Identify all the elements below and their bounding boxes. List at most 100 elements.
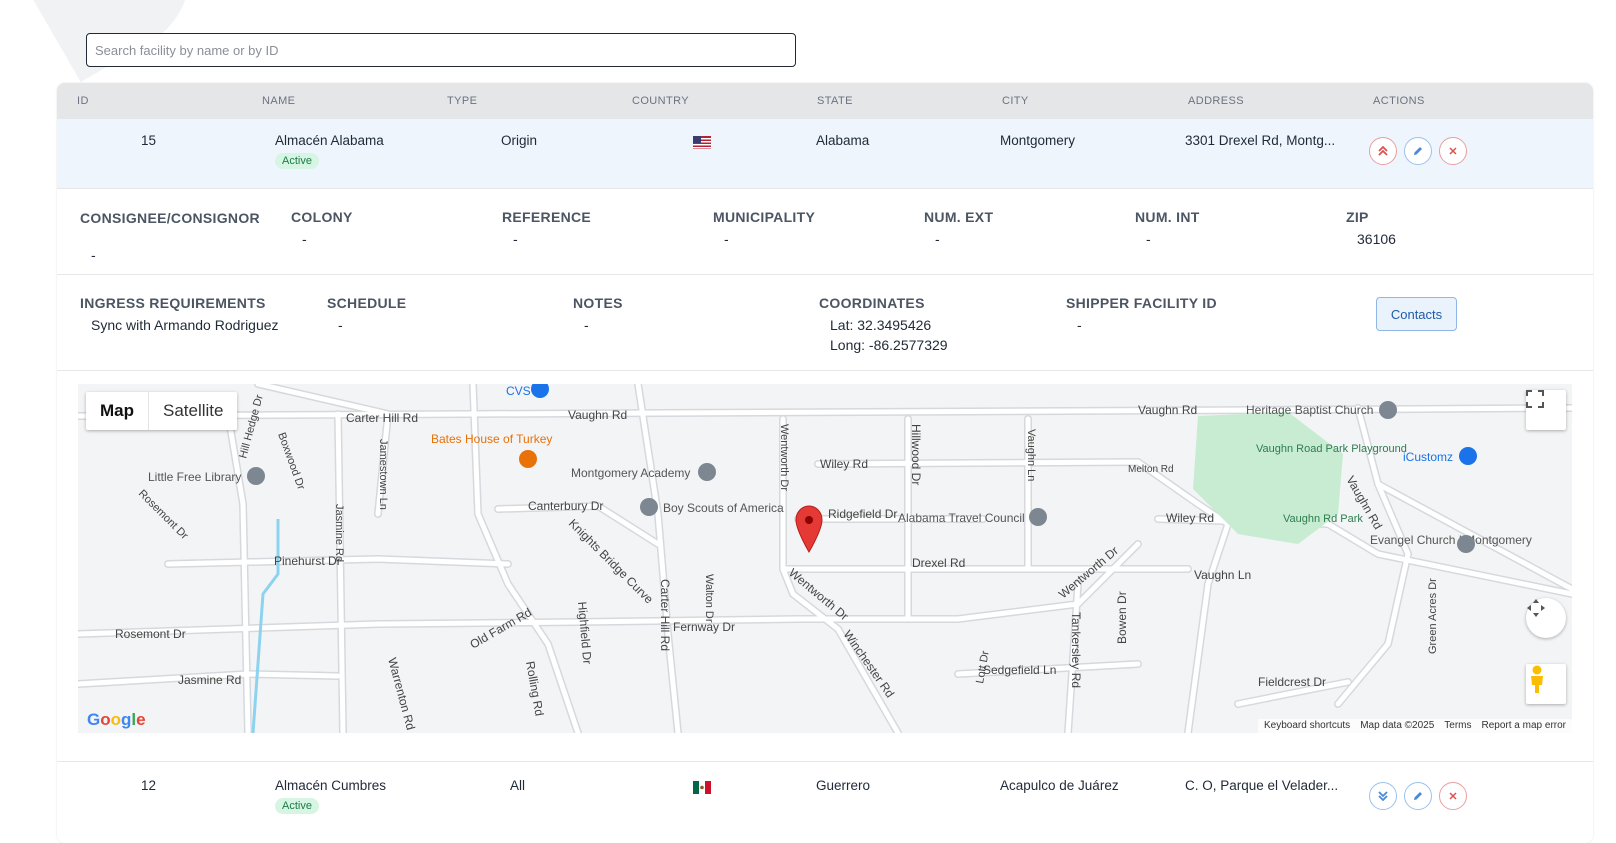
map-label-icustomz: iCustomz — [1403, 450, 1453, 464]
map-footer: Keyboard shortcuts Map data ©2025 Terms … — [1258, 719, 1572, 733]
delete-button[interactable] — [1439, 782, 1467, 810]
column-header-id: ID — [77, 95, 89, 107]
map-label-tankersley: Tankersley Rd — [1069, 612, 1083, 688]
map-label-pinehurst: Pinehurst Dr — [274, 554, 341, 568]
mx-flag-icon — [693, 781, 711, 794]
facility-details-row-2: INGRESS REQUIREMENTS Sync with Armando R… — [57, 275, 1593, 371]
map-tab[interactable]: Map — [86, 392, 149, 430]
map-label-evangel: Evangel Church | Montgomery — [1370, 533, 1532, 547]
reference-value: - — [513, 231, 518, 247]
latitude-value: Lat: 32.3495426 — [830, 317, 932, 333]
map-label-highfield: Highfield Dr — [575, 601, 594, 665]
facility-details-row-1: CONSIGNEE/CONSIGNOR - COLONY - REFERENCE… — [57, 189, 1593, 275]
column-header-country: COUNTRY — [632, 95, 689, 107]
expand-button[interactable] — [1369, 782, 1397, 810]
num-int-label: NUM. INT — [1135, 209, 1200, 225]
ingress-value: Sync with Armando Rodriguez — [91, 317, 279, 333]
num-ext-label: NUM. EXT — [924, 209, 994, 225]
municipality-value: - — [724, 231, 729, 247]
map-label-heritage: Heritage Baptist Church — [1246, 403, 1373, 417]
map-label-wentworth-3: Wentworth Dr — [778, 424, 790, 491]
colony-value: - — [302, 231, 307, 247]
search-input[interactable] — [86, 33, 796, 67]
table-row[interactable]: 12 Almacén Cumbres Active All Guerrero A… — [57, 761, 1593, 841]
map-label-jamestown: Jamestown Ln — [377, 439, 389, 510]
collapse-button[interactable] — [1369, 137, 1397, 165]
facility-address: 3301 Drexel Rd, Montg... — [1185, 133, 1336, 148]
facility-city: Montgomery — [1000, 133, 1076, 148]
edit-button[interactable] — [1404, 782, 1432, 810]
map-label-boy-scouts: Boy Scouts of America — [663, 501, 784, 515]
map-label-green-acres: Green Acres Dr — [1427, 578, 1439, 654]
map-label-jasmine-2: Jasmine Rd — [333, 504, 345, 562]
us-flag-icon — [693, 136, 711, 149]
fullscreen-button[interactable] — [1526, 390, 1566, 430]
map-label-boxwood: Boxwood Dr — [275, 431, 307, 492]
facilities-table: ID NAME TYPE COUNTRY STATE CITY ADDRESS … — [57, 83, 1593, 843]
map-data-text: Map data ©2025 — [1360, 720, 1435, 731]
map-label-playground: Vaughn Road Park Playground — [1256, 443, 1407, 455]
pegman-icon — [1531, 665, 1543, 693]
colony-label: COLONY — [291, 209, 353, 225]
map-label-wiley-rd: Wiley Rd — [820, 457, 868, 471]
map-label-bowen: Bowen Dr — [1115, 591, 1129, 644]
column-header-actions: ACTIONS — [1373, 95, 1425, 107]
map-label-fieldcrest: Fieldcrest Dr — [1258, 675, 1326, 689]
map-label-carter-hill-rd: Carter Hill Rd — [346, 411, 418, 425]
google-logo: Google — [87, 710, 146, 729]
map-label-vaughn-park: Vaughn Rd Park — [1283, 513, 1363, 525]
map-canvas: Vaughn Rd Vaughn Rd Carter Hill Rd CVS H… — [78, 384, 1572, 733]
camera-control-icon — [1527, 599, 1545, 617]
table-header: ID NAME TYPE COUNTRY STATE CITY ADDRESS … — [57, 83, 1593, 119]
map-label-vaughn-ln: Vaughn Ln — [1194, 568, 1251, 582]
edit-button[interactable] — [1404, 137, 1432, 165]
facility-name: Almacén Alabama — [275, 133, 384, 148]
num-ext-value: - — [935, 231, 940, 247]
map-label-travel-council: Alabama Travel Council — [898, 511, 1025, 525]
facility-state: Guerrero — [816, 778, 871, 793]
column-header-type: TYPE — [447, 95, 478, 107]
map-label-hill-hedge: Hill Hedge Dr — [237, 393, 266, 460]
satellite-tab[interactable]: Satellite — [149, 392, 237, 430]
close-icon — [1449, 147, 1457, 155]
facility-map[interactable]: Vaughn Rd Vaughn Rd Carter Hill Rd CVS H… — [78, 384, 1572, 733]
street-view-button[interactable] — [1526, 664, 1566, 704]
report-map-error-link[interactable]: Report a map error — [1482, 720, 1566, 732]
facility-id: 15 — [141, 133, 157, 148]
consignee-value: - — [91, 247, 96, 263]
facility-type: Origin — [501, 133, 538, 148]
shipper-facility-id-label: SHIPPER FACILITY ID — [1066, 295, 1217, 311]
camera-control-button[interactable] — [1526, 598, 1566, 638]
map-label-vaughn-rd: Vaughn Rd — [1138, 403, 1197, 417]
municipality-label: MUNICIPALITY — [713, 209, 816, 225]
fullscreen-icon — [1526, 390, 1544, 408]
table-row[interactable]: 15 Almacén Alabama Active Origin Alabama… — [57, 119, 1593, 189]
column-header-state: STATE — [817, 95, 853, 107]
map-label-wiley-rd-2: Wiley Rd — [1166, 511, 1214, 525]
close-icon — [1449, 792, 1457, 800]
map-label-vaughn-rd-2: Vaughn Rd — [568, 408, 627, 422]
keyboard-shortcuts-link[interactable]: Keyboard shortcuts — [1264, 720, 1350, 732]
map-label-rolling: Rolling Rd — [523, 660, 546, 717]
contacts-button[interactable]: Contacts — [1376, 297, 1457, 331]
facility-type: All — [510, 778, 526, 793]
chevron-double-down-icon — [1378, 791, 1388, 802]
map-label-rosemont-2: Rosemont Dr — [136, 488, 191, 543]
ingress-label: INGRESS REQUIREMENTS — [80, 295, 266, 311]
map-label-bates: Bates House of Turkey — [431, 432, 552, 446]
num-int-value: - — [1146, 231, 1151, 247]
map-label-cvs: CVS — [506, 384, 531, 398]
column-header-name: NAME — [262, 95, 296, 107]
map-label-carter-hill-rd-2: Carter Hill Rd — [658, 579, 672, 651]
shipper-facility-id-value: - — [1077, 317, 1082, 333]
status-badge: Active — [275, 153, 319, 169]
delete-button[interactable] — [1439, 137, 1467, 165]
map-label-drexel: Drexel Rd — [912, 556, 965, 570]
consignee-label: CONSIGNEE/CONSIGNOR — [80, 210, 260, 226]
map-label-walton: Walton Dr — [703, 574, 715, 623]
terms-link[interactable]: Terms — [1444, 720, 1471, 732]
map-label-sedgefield: Sedgefield Ln — [983, 663, 1056, 677]
map-label-warrenton: Warrenton Rd — [385, 656, 418, 731]
map-label-little-free: Little Free Library — [148, 470, 241, 484]
pencil-icon — [1414, 147, 1422, 155]
